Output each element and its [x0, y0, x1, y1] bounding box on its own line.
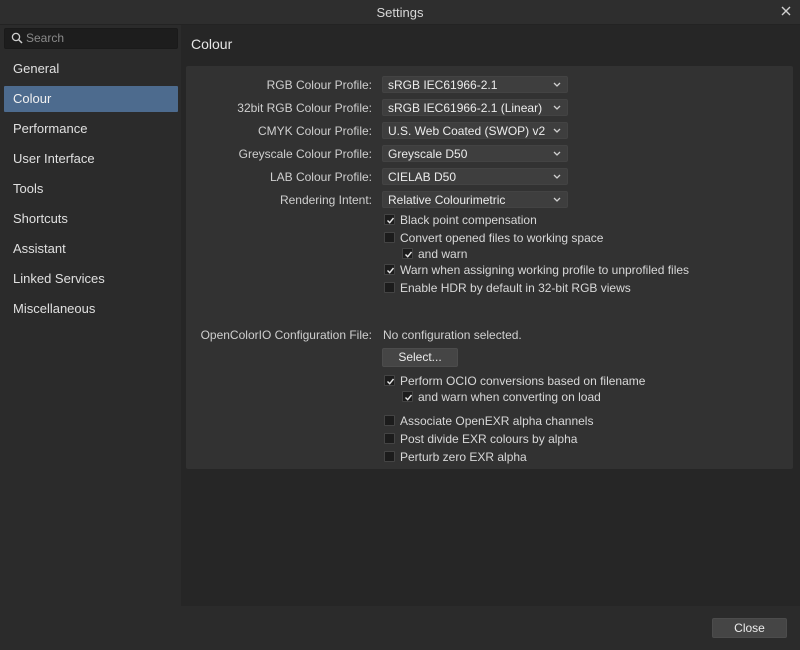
checkmark-icon — [387, 378, 395, 385]
search-input[interactable] — [26, 30, 171, 46]
checkbox-box[interactable] — [402, 391, 413, 402]
rgb-profile-label: RGB Colour Profile: — [266, 78, 372, 92]
chevron-down-icon — [553, 197, 561, 202]
checkmark-icon — [405, 251, 413, 258]
close-window-icon[interactable] — [778, 3, 794, 19]
ocio-select-button[interactable]: Select... — [382, 348, 458, 367]
checkbox-box[interactable] — [384, 232, 395, 243]
main-content: Colour RGB Colour Profile: sRGB IEC61966… — [181, 25, 800, 606]
rgb-profile-value: sRGB IEC61966-2.1 — [388, 78, 498, 92]
window-title: Settings — [376, 5, 424, 20]
close-button[interactable]: Close — [712, 618, 787, 638]
sidebar-item-tools[interactable]: Tools — [4, 176, 178, 202]
chevron-down-icon — [553, 174, 561, 179]
lab-profile-label: LAB Colour Profile: — [269, 170, 372, 184]
chevron-down-icon — [553, 105, 561, 110]
cmyk-profile-dropdown[interactable]: U.S. Web Coated (SWOP) v2 — [382, 122, 568, 139]
checkbox-label: Post divide EXR colours by alpha — [400, 432, 578, 446]
sidebar-item-user-interface[interactable]: User Interface — [4, 146, 178, 172]
ocio-config-value: No configuration selected. — [383, 328, 522, 342]
rgb32-profile-value: sRGB IEC61966-2.1 (Linear) — [388, 101, 543, 115]
checkmark-icon — [387, 267, 395, 274]
colour-settings-panel: RGB Colour Profile: sRGB IEC61966-2.1 32… — [186, 66, 793, 469]
sidebar-item-shortcuts[interactable]: Shortcuts — [4, 206, 178, 232]
checkbox-box[interactable] — [384, 375, 395, 386]
checkbox-box[interactable] — [402, 248, 413, 259]
checkbox-box[interactable] — [384, 433, 395, 444]
checkbox-label: Perform OCIO conversions based on filena… — [400, 374, 646, 388]
chevron-down-icon — [553, 151, 561, 156]
sidebar: General Colour Performance User Interfac… — [0, 25, 181, 606]
sidebar-nav: General Colour Performance User Interfac… — [4, 56, 178, 326]
checkbox-label: Convert opened files to working space — [400, 231, 604, 245]
greyscale-profile-dropdown[interactable]: Greyscale D50 — [382, 145, 568, 162]
lab-profile-dropdown[interactable]: CIELAB D50 — [382, 168, 568, 185]
checkbox-box[interactable] — [384, 415, 395, 426]
checkbox-label: and warn — [418, 247, 468, 261]
rendering-intent-label: Rendering Intent: — [279, 193, 372, 207]
lab-profile-value: CIELAB D50 — [388, 170, 457, 184]
rgb-profile-dropdown[interactable]: sRGB IEC61966-2.1 — [382, 76, 568, 93]
sidebar-item-performance[interactable]: Performance — [4, 116, 178, 142]
ocio-config-label: OpenColorIO Configuration File: — [200, 328, 372, 342]
checkbox-label: Black point compensation — [400, 213, 537, 227]
title-bar: Settings — [0, 0, 800, 25]
rendering-intent-value: Relative Colourimetric — [388, 193, 506, 207]
checkbox-label: Enable HDR by default in 32-bit RGB view… — [400, 281, 631, 295]
sidebar-item-miscellaneous[interactable]: Miscellaneous — [4, 296, 178, 322]
rendering-intent-dropdown[interactable]: Relative Colourimetric — [382, 191, 568, 208]
checkbox-box[interactable] — [384, 214, 395, 225]
sidebar-item-colour[interactable]: Colour — [4, 86, 178, 112]
checkbox-box[interactable] — [384, 451, 395, 462]
search-box[interactable] — [4, 28, 178, 49]
checkbox-box[interactable] — [384, 282, 395, 293]
sidebar-item-assistant[interactable]: Assistant — [4, 236, 178, 262]
rgb32-profile-dropdown[interactable]: sRGB IEC61966-2.1 (Linear) — [382, 99, 568, 116]
sidebar-item-linked-services[interactable]: Linked Services — [4, 266, 178, 292]
page-title: Colour — [191, 36, 233, 52]
rgb32-profile-label: 32bit RGB Colour Profile: — [237, 101, 372, 115]
search-icon — [11, 32, 23, 44]
checkbox-label: Warn when assigning working profile to u… — [400, 263, 690, 277]
greyscale-profile-value: Greyscale D50 — [388, 147, 468, 161]
checkbox-label: Perturb zero EXR alpha — [400, 450, 527, 464]
sidebar-item-general[interactable]: General — [4, 56, 178, 82]
checkbox-box[interactable] — [384, 264, 395, 275]
checkmark-icon — [405, 394, 413, 401]
checkbox-label: and warn when converting on load — [418, 390, 601, 404]
checkmark-icon — [387, 217, 395, 224]
checkbox-label: Associate OpenEXR alpha channels — [400, 414, 594, 428]
cmyk-profile-label: CMYK Colour Profile: — [257, 124, 372, 138]
chevron-down-icon — [553, 128, 561, 133]
cmyk-profile-value: U.S. Web Coated (SWOP) v2 — [388, 124, 546, 138]
greyscale-profile-label: Greyscale Colour Profile: — [238, 147, 372, 161]
chevron-down-icon — [553, 82, 561, 87]
dialog-footer: Close — [0, 606, 800, 650]
